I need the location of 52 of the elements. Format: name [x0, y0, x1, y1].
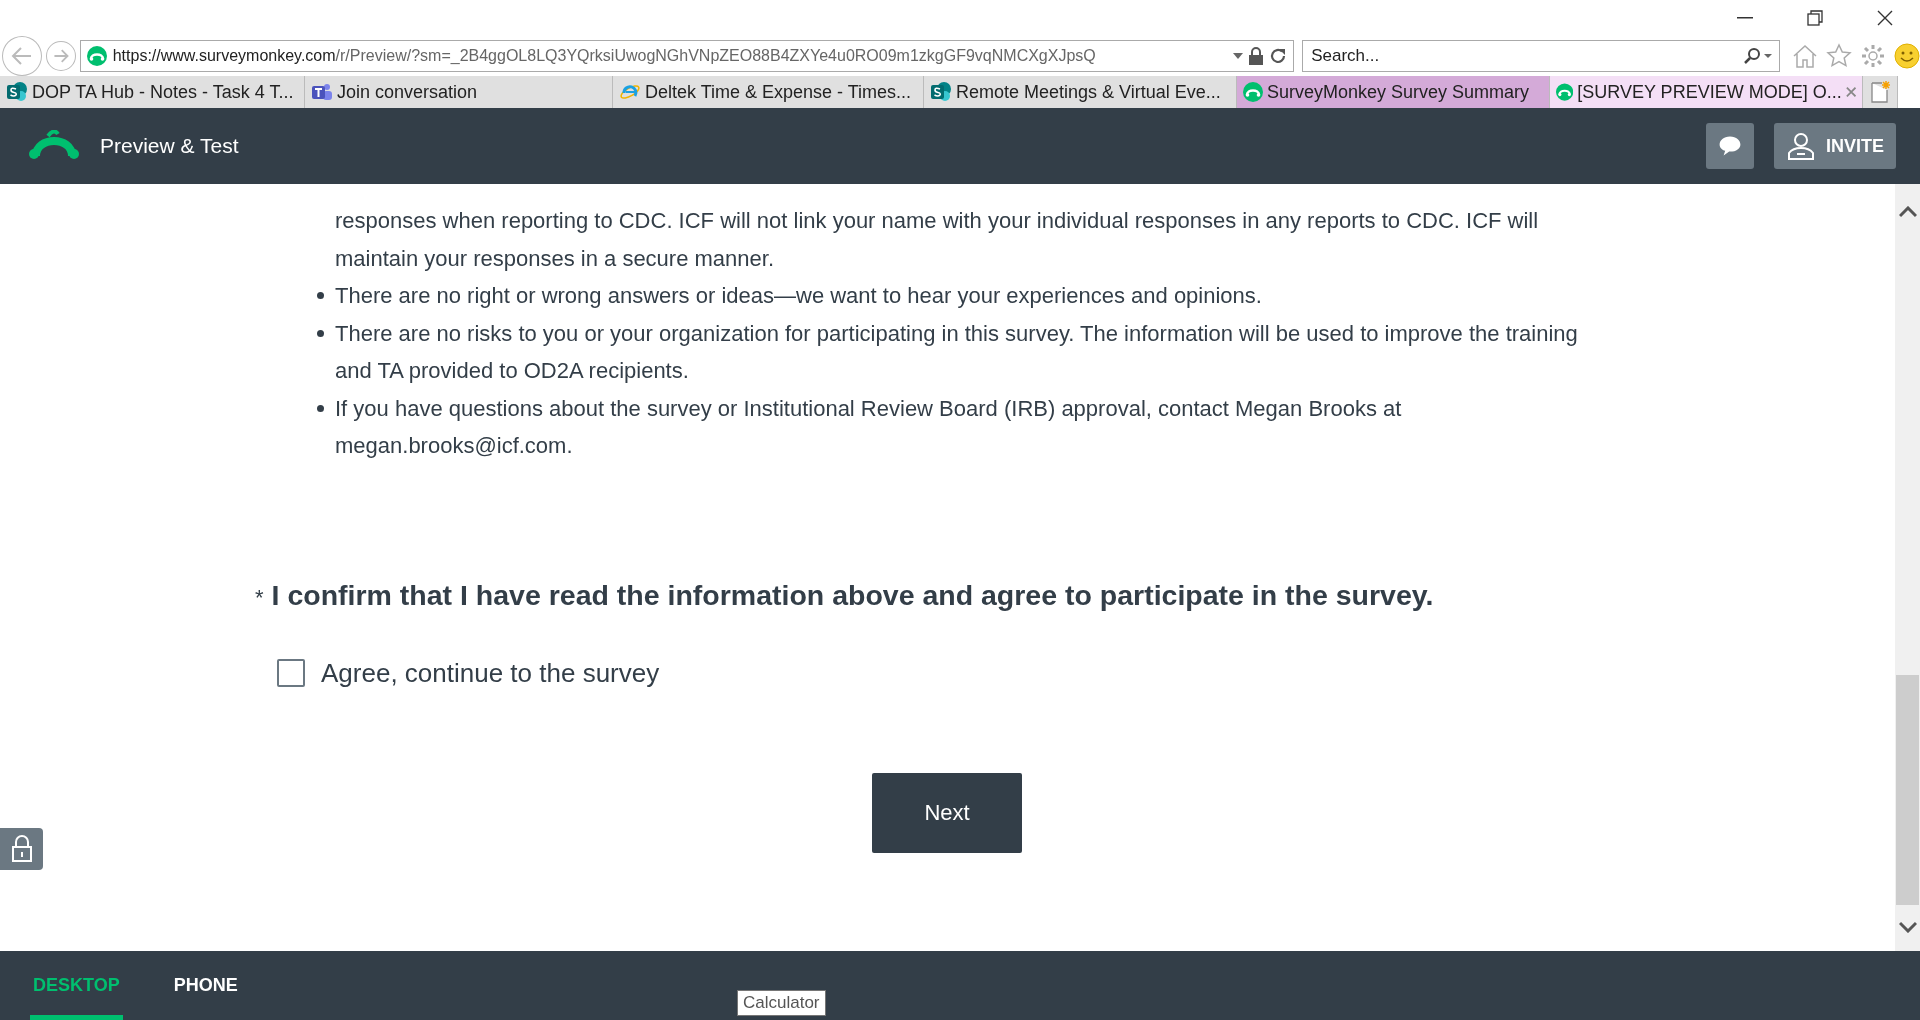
browser-tab[interactable]: [SURVEY PREVIEW MODE] O... [1550, 76, 1863, 108]
bullet-icon [317, 292, 324, 300]
paragraph-text: If you have questions about the survey or Institutional Review Board (IRB) approval, contact Megan Brooks at megan.brooks@icf.com. [335, 394, 1403, 460]
lock-icon [1249, 47, 1264, 65]
new-tab-button[interactable] [1863, 76, 1898, 108]
browser-tab[interactable]: Join conversation [305, 76, 613, 108]
search-field[interactable]: Search... [1302, 40, 1780, 72]
question-text: I confirm that I have read the information above and agree to participate in the survey. [271, 578, 1434, 612]
refresh-icon[interactable] [1269, 47, 1288, 65]
bullet-icon [317, 404, 324, 412]
checkbox[interactable] [277, 659, 305, 687]
close-icon[interactable] [1877, 10, 1893, 26]
minimize-icon[interactable] [1737, 17, 1753, 19]
browser-tab[interactable]: Remote Meetings & Virtual Eve... [924, 76, 1237, 108]
view-tab[interactable]: DESKTOP [30, 951, 123, 1020]
close-tab-icon[interactable] [1845, 86, 1856, 98]
settings-icon[interactable] [1860, 43, 1886, 69]
monkey-logo-icon [1556, 82, 1574, 102]
sharepoint-icon [6, 81, 28, 103]
monkey-logo-icon [1243, 82, 1263, 102]
padlock-icon [10, 835, 33, 863]
option-label[interactable]: Agree, continue to the survey [321, 657, 660, 689]
smiley-icon[interactable] [1894, 43, 1920, 69]
search-icon[interactable] [1743, 47, 1773, 65]
browser-tab[interactable]: SurveyMonkey Survey Summary [1237, 76, 1550, 108]
next-button[interactable]: Next [872, 772, 1022, 853]
paragraph-text: responses when reporting to CDC. ICF will not link your name with your individual responses in any reports to CDC. ICF will maintain your responses in a secure manner. [335, 207, 1540, 273]
paragraph-text: There are no right or wrong answers or ideas—we want to hear your experiences and opinions. [335, 282, 1263, 310]
teams-icon [311, 81, 333, 103]
new-page-icon[interactable] [1869, 80, 1891, 104]
browser-tab[interactable]: DOP TA Hub - Notes - Task 4 T... [0, 76, 305, 108]
scroll-up-icon[interactable] [1898, 206, 1917, 218]
dropdown-icon[interactable] [1233, 53, 1244, 59]
tooltip: Calculator [737, 990, 826, 1016]
monkey-logo[interactable] [28, 130, 80, 162]
person-icon [1786, 131, 1816, 161]
scroll-down-icon[interactable] [1898, 921, 1917, 933]
sharepoint-icon [930, 81, 952, 103]
paragraph-text: There are no risks to you or your organization for participating in this survey. The information will be used to improve the training and TA provided to OD2A recipients. [335, 319, 1579, 385]
address-field[interactable]: https://www.surveymonkey.com/r/Preview/?sm=_2B4ggOL8LQ3YQrksiUwogNGhVNpZEO88B4ZXYe4u0RO09m1zkgGF9vqNMCXgXJpsQ [79, 40, 1295, 72]
scrollbar[interactable] [1895, 184, 1920, 951]
invite-button[interactable]: INVITE [1774, 123, 1896, 169]
required-mark: * [255, 584, 264, 611]
lock-button[interactable] [0, 828, 43, 870]
comment-button[interactable] [1706, 123, 1754, 169]
browser-tab[interactable]: Deltek Time & Expense - Times... [613, 76, 924, 108]
bullet-icon [317, 329, 324, 337]
page-title: Preview & Test [100, 134, 240, 158]
monkey-logo-icon [86, 46, 107, 66]
view-tab[interactable]: PHONE [170, 951, 241, 1020]
star-icon[interactable] [1826, 43, 1852, 69]
restore-icon[interactable] [1807, 10, 1823, 26]
